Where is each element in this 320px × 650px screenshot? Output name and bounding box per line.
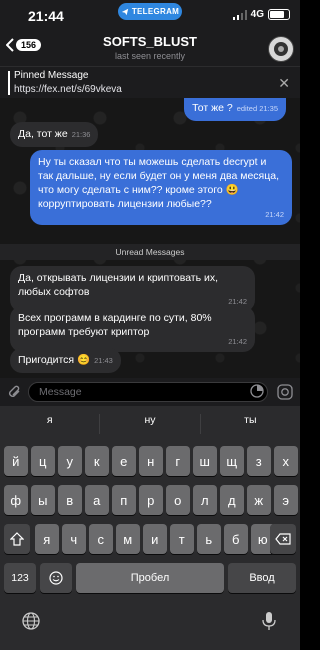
network-label: 4G (250, 9, 264, 20)
signal-icon (232, 9, 247, 20)
suggestion-bar: я ну ты (0, 414, 300, 434)
chat-title[interactable]: SOFTS_BLUST (60, 34, 240, 49)
letter-key[interactable]: ы (31, 485, 55, 515)
suggestion-item[interactable]: ну (100, 414, 201, 434)
avatar[interactable] (268, 36, 294, 62)
message-bubble[interactable]: Да, тот же 21:36 (10, 122, 99, 147)
message-text: Пригодится 😊 (18, 354, 91, 366)
letter-key[interactable]: п (112, 485, 136, 515)
battery-icon (268, 9, 290, 20)
shift-key[interactable] (4, 524, 30, 554)
return-key[interactable]: Ввод (228, 563, 296, 593)
status-indicators: 4G (232, 9, 290, 20)
telegram-pill[interactable]: TELEGRAM (118, 3, 182, 20)
message-text: Да, открывать лицензии и криптовать их, … (18, 272, 219, 298)
letter-key[interactable]: и (143, 524, 167, 554)
close-icon[interactable]: ✕ (278, 75, 290, 92)
message-text: Да, тот же (18, 128, 68, 140)
letter-key[interactable]: о (166, 485, 190, 515)
status-time: 21:44 (28, 8, 64, 24)
unread-messages-divider: Unread Messages (0, 244, 300, 260)
message-time: 21:42 (265, 210, 284, 219)
message-text: Ну ты сказал что ты можешь сделать decry… (38, 156, 279, 210)
message-bubble[interactable]: Ну ты сказал что ты можешь сделать decry… (30, 150, 292, 225)
avatar-image-icon (274, 42, 288, 56)
letter-key[interactable]: х (274, 446, 298, 476)
chat-header: 156 SOFTS_BLUST last seen recently (0, 28, 300, 66)
emoji-key[interactable] (40, 563, 72, 593)
message-time: 21:42 (228, 337, 247, 346)
letter-key[interactable]: б (224, 524, 248, 554)
letter-key[interactable]: ц (31, 446, 55, 476)
letter-key[interactable]: н (139, 446, 163, 476)
letter-key[interactable]: ж (247, 485, 271, 515)
pinned-title: Pinned Message (14, 70, 89, 81)
chat-subtitle: last seen recently (114, 51, 186, 61)
letter-key[interactable]: ф (4, 485, 28, 515)
telegram-pill-label: TELEGRAM (131, 7, 180, 16)
microphone-icon[interactable] (262, 611, 276, 631)
letter-key[interactable]: ь (197, 524, 221, 554)
chat-area[interactable]: Тот же ? edited 21:35 Да, тот же 21:36 Ну … (0, 98, 300, 378)
paperclip-icon[interactable] (8, 384, 22, 400)
letter-key[interactable]: й (4, 446, 28, 476)
status-bar: 21:44 TELEGRAM 4G (0, 0, 300, 28)
message-bubble[interactable]: Пригодится 😊 21:43 (10, 348, 121, 373)
suggestion-item[interactable]: я (0, 414, 101, 434)
backspace-icon (275, 533, 291, 545)
back-button[interactable]: 156 (6, 38, 42, 52)
camera-icon[interactable] (277, 384, 293, 400)
shift-arrow-icon (10, 532, 24, 546)
message-bubble[interactable]: Тот же ? edited 21:35 (184, 98, 286, 121)
pinned-accent-bar (8, 71, 10, 95)
letter-key[interactable]: р (139, 485, 163, 515)
message-bubble[interactable]: Всех программ в кардинге по сути, 80% пр… (10, 306, 255, 352)
letter-key[interactable]: а (85, 485, 109, 515)
chevron-left-icon (6, 38, 14, 52)
letter-key[interactable]: м (116, 524, 140, 554)
globe-icon[interactable] (22, 612, 40, 630)
unread-count-badge: 156 (16, 39, 42, 51)
message-text: Всех программ в кардинге по сути, 80% пр… (18, 312, 212, 338)
letter-key[interactable]: с (89, 524, 113, 554)
letter-key[interactable]: д (220, 485, 244, 515)
letter-key[interactable]: в (58, 485, 82, 515)
numbers-key[interactable]: 123 (4, 563, 36, 593)
letter-key[interactable]: ш (193, 446, 217, 476)
message-input-bar (0, 378, 300, 406)
message-input[interactable] (28, 382, 268, 402)
letter-key[interactable]: з (247, 446, 271, 476)
letter-key[interactable]: э (274, 485, 298, 515)
message-time: edited 21:35 (236, 104, 278, 113)
letter-key[interactable]: щ (220, 446, 244, 476)
emoji-icon (49, 571, 63, 585)
sticker-icon[interactable] (250, 384, 264, 398)
letter-key[interactable]: ч (62, 524, 86, 554)
message-text: Тот же ? (192, 102, 233, 114)
backspace-key[interactable] (270, 524, 296, 554)
space-key[interactable]: Пробел (76, 563, 224, 593)
pinned-message[interactable]: Pinned Message https://fex.net/s/69vkeva… (0, 66, 300, 98)
letter-key[interactable]: т (170, 524, 194, 554)
letter-key[interactable]: г (166, 446, 190, 476)
letter-key[interactable]: л (193, 485, 217, 515)
telegram-plane-icon (121, 8, 129, 15)
keyboard: я ну ты йцукенгшщзх фывапролджэ ячсмитьб… (0, 406, 300, 650)
letter-key[interactable]: к (85, 446, 109, 476)
letter-key[interactable]: я (35, 524, 59, 554)
message-time: 21:36 (71, 130, 91, 139)
suggestion-item[interactable]: ты (201, 414, 300, 434)
letter-key[interactable]: е (112, 446, 136, 476)
pinned-link[interactable]: https://fex.net/s/69vkeva (14, 84, 122, 95)
letter-key[interactable]: у (58, 446, 82, 476)
message-time: 21:43 (94, 356, 113, 365)
